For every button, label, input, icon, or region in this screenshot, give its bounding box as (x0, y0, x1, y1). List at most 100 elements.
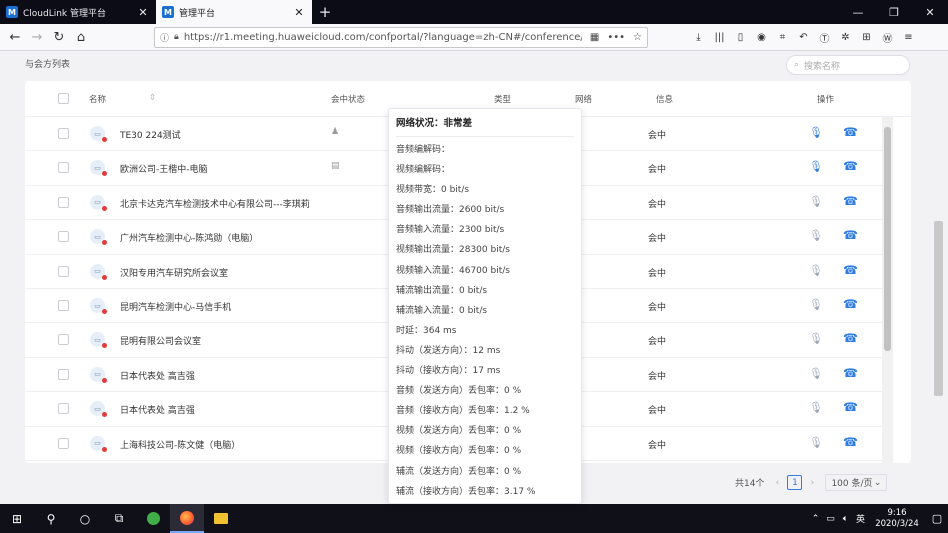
hang-up-icon[interactable]: ☎︎ (843, 263, 858, 277)
file-explorer-icon[interactable] (204, 504, 238, 533)
extension-w-icon[interactable]: Ⓦ (877, 27, 898, 48)
row-checkbox[interactable] (58, 300, 69, 311)
row-checkbox[interactable] (58, 437, 69, 449)
row-checkbox[interactable] (58, 196, 69, 208)
column-network: 网络 (575, 95, 593, 105)
hang-up-icon[interactable]: ☎︎ (843, 331, 858, 345)
new-tab-button[interactable]: + (312, 0, 338, 24)
cortana-icon[interactable]: ○ (68, 504, 102, 533)
column-info: 信息 (656, 95, 674, 105)
hang-up-icon[interactable]: ☎︎ (843, 297, 858, 311)
page-size-select[interactable]: 100 条/页 ⌄ (825, 474, 888, 491)
cloudlink-favicon-icon: M (6, 6, 18, 18)
participant-name: 上海科技公司-陈文健（电脑） (120, 440, 241, 451)
row-checkbox[interactable] (58, 368, 69, 380)
close-tab-icon[interactable]: ✕ (136, 6, 150, 19)
page-number-current[interactable]: 1 (787, 475, 803, 490)
ime-indicator[interactable]: 英 (853, 512, 868, 525)
network-icon[interactable]: ▭ (823, 514, 838, 524)
participant-info: 会中 (648, 406, 667, 417)
pagination: 共14个 ‹ 1 › 100 条/页 ⌄ (735, 474, 888, 491)
terminal-icon: ▭ (90, 332, 107, 349)
url-text[interactable]: https://r1.meeting.huaweicloud.com/confp… (184, 32, 582, 43)
extension-grid-icon[interactable]: ⊞ (856, 27, 877, 48)
row-checkbox[interactable] (58, 265, 69, 277)
hang-up-icon[interactable]: ☎︎ (843, 435, 858, 449)
participant-name: TE30 224测试 (120, 131, 181, 141)
terminal-icon: ▭ (90, 401, 107, 418)
home-icon[interactable]: ⌂ (70, 26, 92, 48)
terminal-icon: ▭ (90, 126, 107, 142)
reload-icon[interactable]: ↻ (48, 26, 70, 48)
account-icon[interactable]: ◉ (751, 27, 772, 48)
next-page-icon[interactable]: › (805, 478, 819, 488)
close-window-icon[interactable]: ✕ (912, 0, 948, 24)
menu-icon[interactable]: ≡ (898, 27, 919, 48)
mic-muted-icon[interactable]: 🎙︎ (809, 367, 823, 380)
undo-icon[interactable]: ↶ (793, 27, 814, 48)
library-icon[interactable]: ||| (709, 27, 730, 48)
page-size-value: 100 条/页 (831, 479, 873, 489)
tray-overflow-icon[interactable]: ⌃ (808, 514, 823, 524)
crop-icon[interactable]: ⌗ (772, 27, 793, 48)
download-icon[interactable]: ⤓ (688, 27, 709, 48)
mic-muted-icon[interactable]: 🎙︎ (809, 195, 823, 208)
hang-up-icon[interactable]: ☎︎ (843, 366, 858, 380)
participant-info: 会中 (648, 199, 667, 210)
row-checkbox[interactable] (58, 403, 69, 415)
participant-info: 会中 (648, 234, 667, 245)
mic-icon[interactable]: 🎙︎ (809, 160, 823, 173)
page-actions-menu[interactable]: ••• (607, 32, 625, 43)
extension-icon[interactable]: ✲ (835, 27, 856, 48)
translate-icon[interactable]: Ⓣ (814, 27, 835, 48)
row-checkbox[interactable] (58, 162, 69, 174)
page-scrollbar-thumb[interactable] (934, 221, 943, 396)
hang-up-icon[interactable]: ☎︎ (843, 194, 858, 208)
restore-icon[interactable]: ❐ (876, 0, 912, 24)
hang-up-icon[interactable]: ☎︎ (843, 159, 858, 173)
mic-muted-icon[interactable]: 🎙︎ (809, 264, 823, 277)
terminal-icon: ▭ (90, 298, 107, 314)
minimize-icon[interactable]: — (840, 0, 876, 24)
mic-muted-icon[interactable]: 🎙︎ (809, 298, 823, 311)
table-scrollbar[interactable] (882, 117, 893, 463)
clock[interactable]: 9:16 2020/3/24 (868, 508, 926, 530)
select-all-checkbox[interactable] (58, 93, 69, 104)
hang-up-icon[interactable]: ☎︎ (843, 125, 858, 139)
windows-start-icon[interactable]: ⊞ (0, 504, 34, 533)
mic-muted-icon[interactable]: 🎙︎ (809, 401, 823, 414)
volume-icon[interactable]: 🔈︎ (838, 514, 853, 524)
search-icon[interactable]: ⚲ (34, 504, 68, 533)
mic-muted-icon[interactable]: 🎙︎ (809, 436, 823, 449)
prev-page-icon[interactable]: ‹ (770, 478, 784, 488)
toolbar-icons: ⤓ ||| ▯ ◉ ⌗ ↶ Ⓣ ✲ ⊞ Ⓦ ≡ (688, 27, 919, 48)
firefox-icon[interactable] (170, 504, 204, 533)
windows-taskbar: ⊞ ⚲ ○ ⧉ ⌃ ▭ 🔈︎ 英 9:16 2020/3/24 ▢ (0, 504, 948, 533)
notifications-icon[interactable]: ▢ (926, 512, 948, 525)
address-bar[interactable]: ⓘ 🔒︎ https://r1.meeting.huaweicloud.com/… (154, 26, 648, 48)
qr-code-icon[interactable]: ▦ (590, 32, 599, 43)
row-checkbox[interactable] (58, 334, 69, 346)
sort-icon[interactable]: ⇕ (149, 93, 156, 103)
mic-muted-icon[interactable]: 🎙︎ (809, 229, 823, 242)
back-icon[interactable]: ← (4, 26, 26, 48)
sidebar-icon[interactable]: ▯ (730, 27, 751, 48)
row-checkbox[interactable] (58, 128, 69, 139)
forward-icon[interactable]: → (26, 26, 48, 48)
window-controls: — ❐ ✕ (840, 0, 948, 24)
bookmark-star-icon[interactable]: ☆ (633, 32, 642, 43)
browser-tab-management[interactable]: M 管理平台 ✕ (156, 0, 312, 24)
hang-up-icon[interactable]: ☎︎ (843, 228, 858, 242)
close-tab-icon[interactable]: ✕ (292, 6, 306, 19)
search-input[interactable]: ⌕ 搜索名称 (786, 55, 910, 75)
row-checkbox[interactable] (58, 231, 69, 243)
hang-up-icon[interactable]: ☎︎ (843, 400, 858, 414)
browser-tab-cloudlink[interactable]: M CloudLink 管理平台 ✕ (0, 0, 156, 24)
section-title: 与会方列表 (25, 60, 71, 70)
mic-icon[interactable]: 🎙︎ (809, 126, 823, 139)
table-scrollbar-thumb[interactable] (884, 127, 891, 351)
page-info-icon[interactable]: ⓘ (160, 31, 169, 44)
mic-muted-icon[interactable]: 🎙︎ (809, 332, 823, 345)
task-view-icon[interactable]: ⧉ (102, 504, 136, 533)
app-green-icon[interactable] (136, 504, 170, 533)
